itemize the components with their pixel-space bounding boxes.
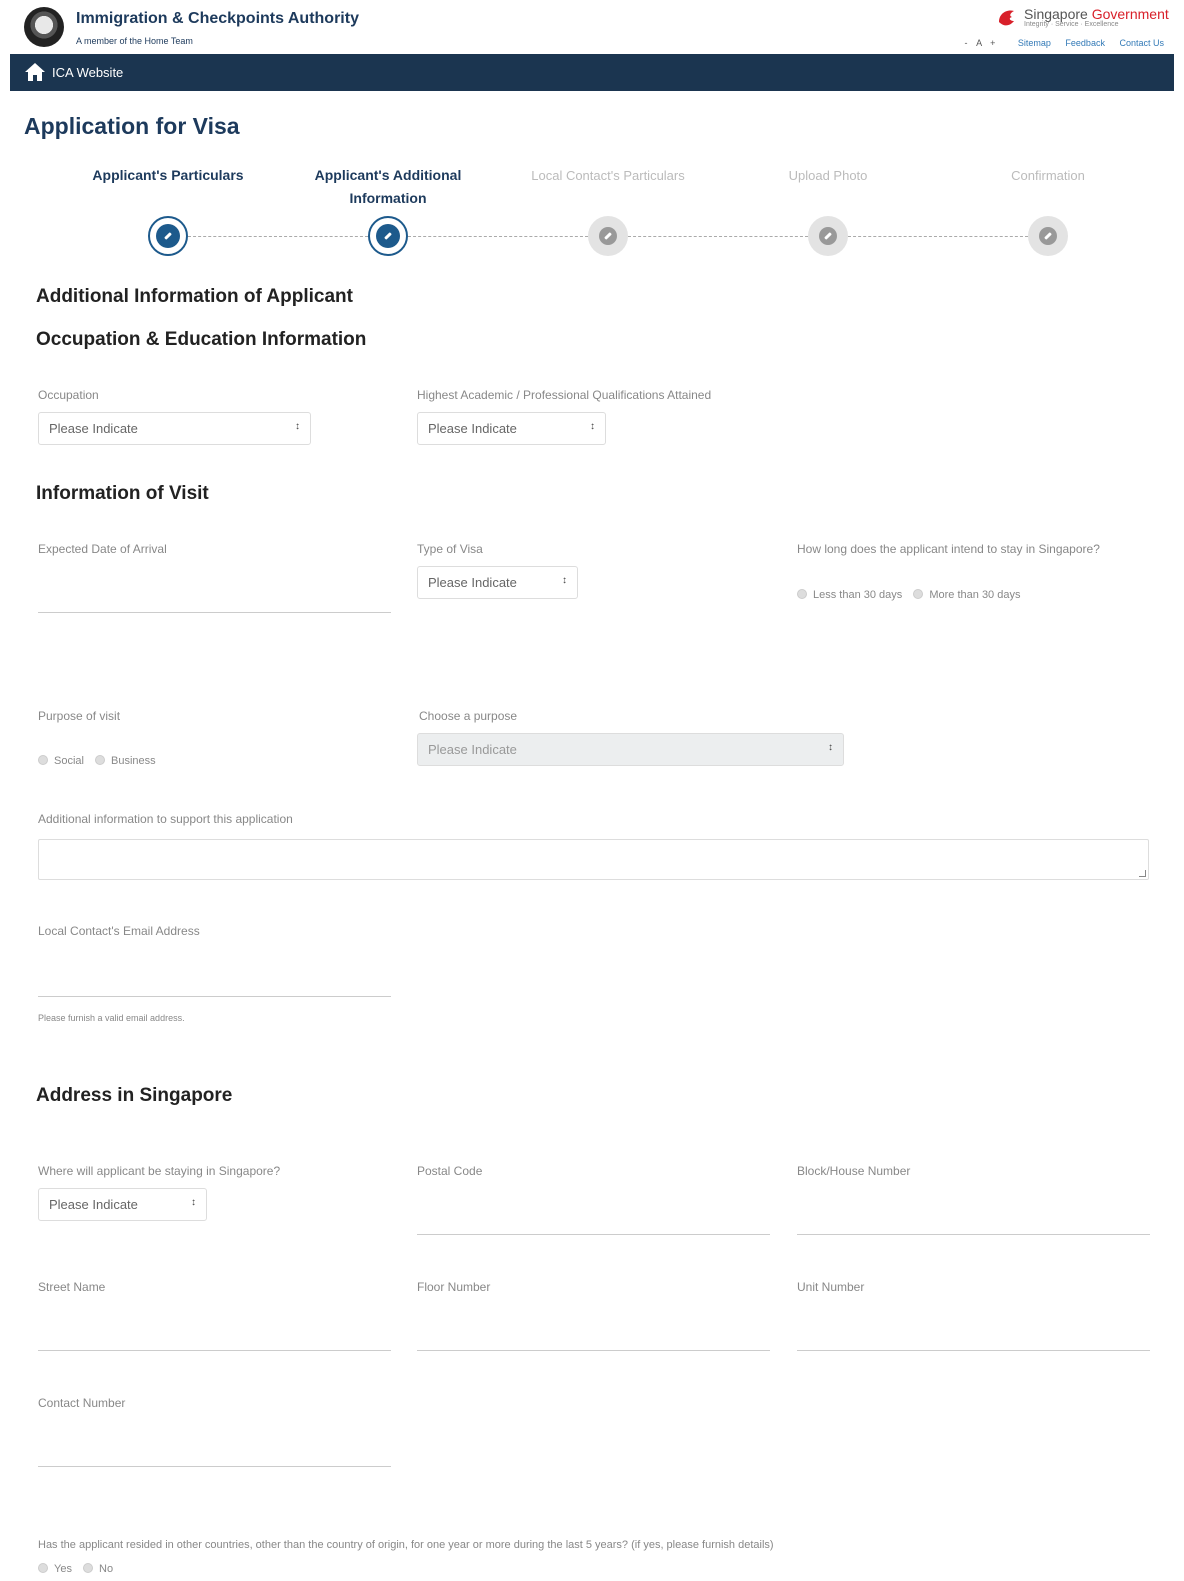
select-arrow-icon: ↕	[295, 421, 300, 432]
section-occupation-education: Occupation & Education Information	[36, 329, 367, 350]
no-radio[interactable]	[83, 1563, 94, 1573]
contact-number-input[interactable]	[38, 1466, 391, 1467]
stay-duration-label: How long does the applicant intend to st…	[797, 542, 1100, 556]
more-than-30-days-radio[interactable]	[913, 589, 924, 599]
more-than-30-days-label: More than 30 days	[929, 589, 1021, 601]
postal-code-label: Postal Code	[417, 1164, 483, 1178]
ica-logo[interactable]	[24, 7, 64, 47]
floor-number-input[interactable]	[417, 1350, 770, 1351]
purpose-label: Purpose of visit	[38, 709, 121, 723]
yes-radio[interactable]	[38, 1563, 48, 1573]
step-2-edit-icon[interactable]	[368, 216, 408, 256]
gov-tagline: Integrity · Service · Excellence	[1024, 21, 1119, 28]
step-upload-photo: Upload Photo	[788, 168, 868, 183]
step-connector	[188, 236, 368, 237]
stay-duration-radios: Less than 30 days More than 30 days	[797, 589, 1028, 601]
staying-select[interactable]: Please Indicate ↕	[38, 1188, 207, 1221]
email-label: Local Contact's Email Address	[38, 924, 200, 938]
street-name-input[interactable]	[38, 1350, 391, 1351]
choose-purpose-select[interactable]: Please Indicate ↕	[417, 733, 844, 766]
home-icon[interactable]	[24, 62, 46, 82]
step-additional-information[interactable]: Applicant's Additional Information	[298, 164, 478, 210]
select-arrow-icon: ↕	[191, 1197, 196, 1208]
block-number-input[interactable]	[797, 1234, 1150, 1235]
feedback-link[interactable]: Feedback	[1065, 38, 1105, 48]
step-connector	[848, 236, 1028, 237]
step-4-upload-icon	[808, 216, 848, 256]
select-arrow-icon: ↕	[828, 742, 833, 753]
gov-title: Singapore Government	[1024, 6, 1169, 22]
occupation-label: Occupation	[38, 388, 99, 402]
additional-info-label: Additional information to support this a…	[38, 812, 293, 826]
step-local-contact: Local Contact's Particulars	[531, 168, 685, 183]
select-arrow-icon: ↕	[562, 575, 567, 586]
resize-handle-icon[interactable]	[1139, 870, 1146, 877]
step-3-pencil-icon	[588, 216, 628, 256]
main-navbar: ICA Website	[10, 54, 1174, 91]
arrival-date-label: Expected Date of Arrival	[38, 542, 167, 556]
utility-links: - A + Sitemap Feedback Contact Us	[947, 38, 1164, 48]
business-label: Business	[111, 755, 156, 767]
purpose-radios: Social Business	[38, 755, 164, 767]
visa-type-label: Type of Visa	[417, 542, 483, 556]
resided-question-label: Has the applicant resided in other count…	[38, 1539, 774, 1551]
section-information-of-visit: Information of Visit	[36, 483, 209, 504]
additional-info-textarea[interactable]	[38, 839, 1149, 880]
select-arrow-icon: ↕	[590, 421, 595, 432]
qualification-label: Highest Academic / Professional Qualific…	[417, 388, 712, 402]
step-connector	[408, 236, 588, 237]
social-label: Social	[54, 755, 84, 767]
yes-label: Yes	[54, 1563, 72, 1575]
singapore-government-logo[interactable]: Singapore Government Integrity · Service…	[996, 6, 1169, 32]
section-address-in-singapore: Address in Singapore	[36, 1085, 233, 1106]
font-reset-button[interactable]: A	[976, 38, 982, 48]
less-than-30-days-label: Less than 30 days	[813, 589, 903, 601]
visa-type-select[interactable]: Please Indicate ↕	[417, 566, 578, 599]
sitemap-link[interactable]: Sitemap	[1018, 38, 1051, 48]
org-subtitle: A member of the Home Team	[76, 36, 193, 46]
step-1-edit-icon[interactable]	[148, 216, 188, 256]
font-size-control: - A +	[959, 38, 998, 48]
section-additional-information: Additional Information of Applicant	[36, 286, 353, 307]
staying-label: Where will applicant be staying in Singa…	[38, 1164, 281, 1178]
street-name-label: Street Name	[38, 1280, 106, 1294]
less-than-30-days-radio[interactable]	[797, 589, 807, 599]
choose-purpose-label: Choose a purpose	[419, 709, 518, 723]
contact-number-label: Contact Number	[38, 1396, 126, 1410]
postal-code-input[interactable]	[417, 1234, 770, 1235]
business-radio[interactable]	[95, 755, 106, 765]
page-title: Application for Visa	[24, 113, 240, 139]
step-applicant-particulars[interactable]: Applicant's Particulars	[78, 164, 258, 187]
org-name[interactable]: Immigration & Checkpoints Authority	[76, 10, 359, 28]
floor-number-label: Floor Number	[417, 1280, 491, 1294]
social-radio[interactable]	[38, 755, 48, 765]
lion-head-icon	[999, 10, 1014, 26]
ica-website-link[interactable]: ICA Website	[52, 65, 123, 80]
font-decrease-button[interactable]: -	[965, 38, 968, 48]
email-hint: Please furnish a valid email address.	[38, 1013, 185, 1023]
unit-number-input[interactable]	[797, 1350, 1150, 1351]
step-5-check-icon	[1028, 216, 1068, 256]
unit-number-label: Unit Number	[797, 1280, 865, 1294]
site-header: Immigration & Checkpoints Authority A me…	[10, 0, 1174, 54]
resided-radios: Yes No	[38, 1563, 121, 1575]
step-confirmation: Confirmation	[1011, 168, 1085, 183]
block-number-label: Block/House Number	[797, 1164, 911, 1178]
font-increase-button[interactable]: +	[990, 38, 995, 48]
contact-us-link[interactable]: Contact Us	[1119, 38, 1164, 48]
qualification-select[interactable]: Please Indicate ↕	[417, 412, 606, 445]
no-label: No	[99, 1563, 114, 1575]
email-input[interactable]	[38, 996, 391, 997]
step-connector	[628, 236, 808, 237]
occupation-select[interactable]: Please Indicate ↕	[38, 412, 311, 445]
arrival-date-input[interactable]	[38, 612, 391, 613]
